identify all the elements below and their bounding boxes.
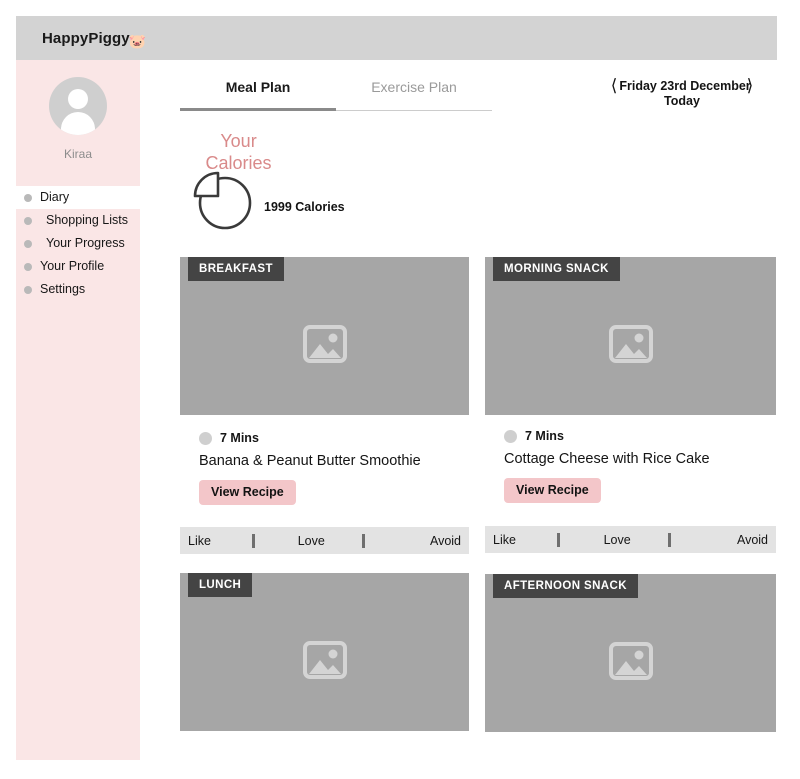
- rating-option-love[interactable]: Love: [604, 533, 631, 547]
- image-placeholder-icon: [608, 325, 653, 363]
- calories-summary: Your Calories 1999 Calories: [186, 130, 466, 232]
- avatar-body: [61, 112, 95, 135]
- sidebar-item-your-profile[interactable]: Your Profile: [16, 255, 140, 278]
- rating-option-avoid[interactable]: Avoid: [430, 534, 461, 548]
- relative-date: Today: [664, 94, 700, 108]
- rating-divider: [361, 533, 365, 548]
- tab-exercise-plan[interactable]: Exercise Plan: [336, 79, 492, 111]
- meal-grid: BREAKFAST 7 Mins Banana & Peanut Butter …: [180, 257, 777, 760]
- bullet-icon: [24, 286, 32, 294]
- image-placeholder-icon: [302, 325, 347, 363]
- sidebar-item-label: Your Profile: [40, 259, 105, 273]
- sidebar-nav: Diary Shopping Lists Your Progress Your …: [16, 186, 140, 301]
- meal-time-label: 7 Mins: [220, 431, 259, 445]
- recipe-title: Banana & Peanut Butter Smoothie: [199, 453, 421, 469]
- current-date: Friday 23rd December: [619, 79, 751, 93]
- meal-badge: AFTERNOON SNACK: [493, 574, 638, 598]
- sidebar: Kiraa Diary Shopping Lists Your Progress…: [16, 60, 140, 760]
- date-navigator: ⟨ Friday 23rd December ⟩ Today: [598, 77, 766, 108]
- calories-row: 1999 Calories: [186, 170, 466, 232]
- rating-divider: [557, 532, 561, 547]
- rating-option-like[interactable]: Like: [188, 534, 211, 548]
- rating-option-like[interactable]: Like: [493, 533, 516, 547]
- meal-badge: BREAKFAST: [188, 257, 284, 281]
- image-placeholder-icon: [608, 642, 653, 680]
- calories-value: 1999 Calories: [264, 200, 345, 214]
- recipe-title: Cottage Cheese with Rice Cake: [504, 451, 710, 467]
- sidebar-item-label: Your Progress: [46, 236, 125, 250]
- view-recipe-button[interactable]: View Recipe: [504, 478, 601, 503]
- tab-meal-plan[interactable]: Meal Plan: [180, 79, 336, 111]
- date-line: ⟨ Friday 23rd December ⟩: [598, 77, 766, 94]
- sidebar-item-your-progress[interactable]: Your Progress: [16, 232, 140, 255]
- meal-column-left: BREAKFAST 7 Mins Banana & Peanut Butter …: [180, 257, 469, 731]
- meal-thumbnail[interactable]: MORNING SNACK: [485, 257, 776, 415]
- rating-divider: [251, 533, 255, 548]
- rating-bar: Like Love Avoid: [180, 527, 469, 554]
- clock-icon: [199, 431, 212, 445]
- rating-option-love[interactable]: Love: [298, 534, 325, 548]
- main-content: Meal Plan Exercise Plan ⟨ Friday 23rd De…: [140, 60, 777, 760]
- bullet-icon: [24, 263, 32, 271]
- sidebar-item-label: Shopping Lists: [46, 213, 129, 227]
- calories-title: Your Calories: [205, 131, 272, 173]
- bullet-icon: [24, 194, 32, 202]
- top-bar: HappyPiggy 🐷: [16, 16, 777, 60]
- sidebar-item-shopping-lists[interactable]: Shopping Lists: [16, 209, 140, 232]
- sidebar-item-diary[interactable]: Diary: [16, 186, 140, 209]
- avatar-head: [68, 89, 88, 109]
- chevron-left-icon[interactable]: ⟨: [611, 77, 618, 94]
- clock-icon: [504, 429, 517, 443]
- meal-time-label: 7 Mins: [525, 429, 564, 443]
- sidebar-item-settings[interactable]: Settings: [16, 278, 140, 301]
- tabs-row: Meal Plan Exercise Plan: [180, 79, 492, 111]
- meal-thumbnail[interactable]: BREAKFAST: [180, 257, 469, 415]
- user-avatar-icon[interactable]: [49, 77, 107, 135]
- image-placeholder-icon: [302, 641, 347, 679]
- brand-name: HappyPiggy: [42, 29, 130, 47]
- meal-thumbnail[interactable]: AFTERNOON SNACK: [485, 574, 776, 732]
- brand-logo[interactable]: HappyPiggy 🐷: [42, 29, 147, 49]
- meal-column-right: MORNING SNACK 7 Mins Cottage Cheese with…: [485, 257, 776, 732]
- rating-option-avoid[interactable]: Avoid: [737, 533, 768, 547]
- meal-meta: 7 Mins Cottage Cheese with Rice Cake Vie…: [485, 415, 776, 503]
- profile-name: Kiraa: [63, 147, 92, 161]
- rating-bar: Like Love Avoid: [485, 526, 776, 553]
- sidebar-item-label: Settings: [40, 282, 86, 296]
- sidebar-item-label: Diary: [40, 190, 70, 204]
- rating-divider: [667, 532, 671, 547]
- meal-thumbnail[interactable]: LUNCH: [180, 573, 469, 731]
- meal-time: 7 Mins: [199, 431, 469, 445]
- meal-meta: 7 Mins Banana & Peanut Butter Smoothie V…: [180, 415, 469, 505]
- meal-badge: MORNING SNACK: [493, 257, 620, 281]
- tab-list: Meal Plan Exercise Plan: [180, 79, 492, 111]
- meal-card-breakfast: BREAKFAST 7 Mins Banana & Peanut Butter …: [180, 257, 469, 554]
- chevron-right-icon[interactable]: ⟩: [747, 77, 754, 94]
- bullet-icon: [24, 240, 32, 248]
- pig-face-icon: 🐷: [128, 32, 147, 49]
- meal-card-lunch: LUNCH: [180, 573, 469, 731]
- meal-badge: LUNCH: [188, 573, 253, 597]
- meal-time: 7 Mins: [504, 429, 776, 443]
- profile-block: Kiraa: [16, 60, 140, 161]
- pie-chart-icon: [193, 171, 252, 230]
- bullet-icon: [24, 217, 32, 225]
- meal-card-afternoon-snack: AFTERNOON SNACK: [485, 574, 776, 732]
- view-recipe-button[interactable]: View Recipe: [199, 480, 296, 505]
- meal-card-morning-snack: MORNING SNACK 7 Mins Cottage Cheese with…: [485, 257, 776, 553]
